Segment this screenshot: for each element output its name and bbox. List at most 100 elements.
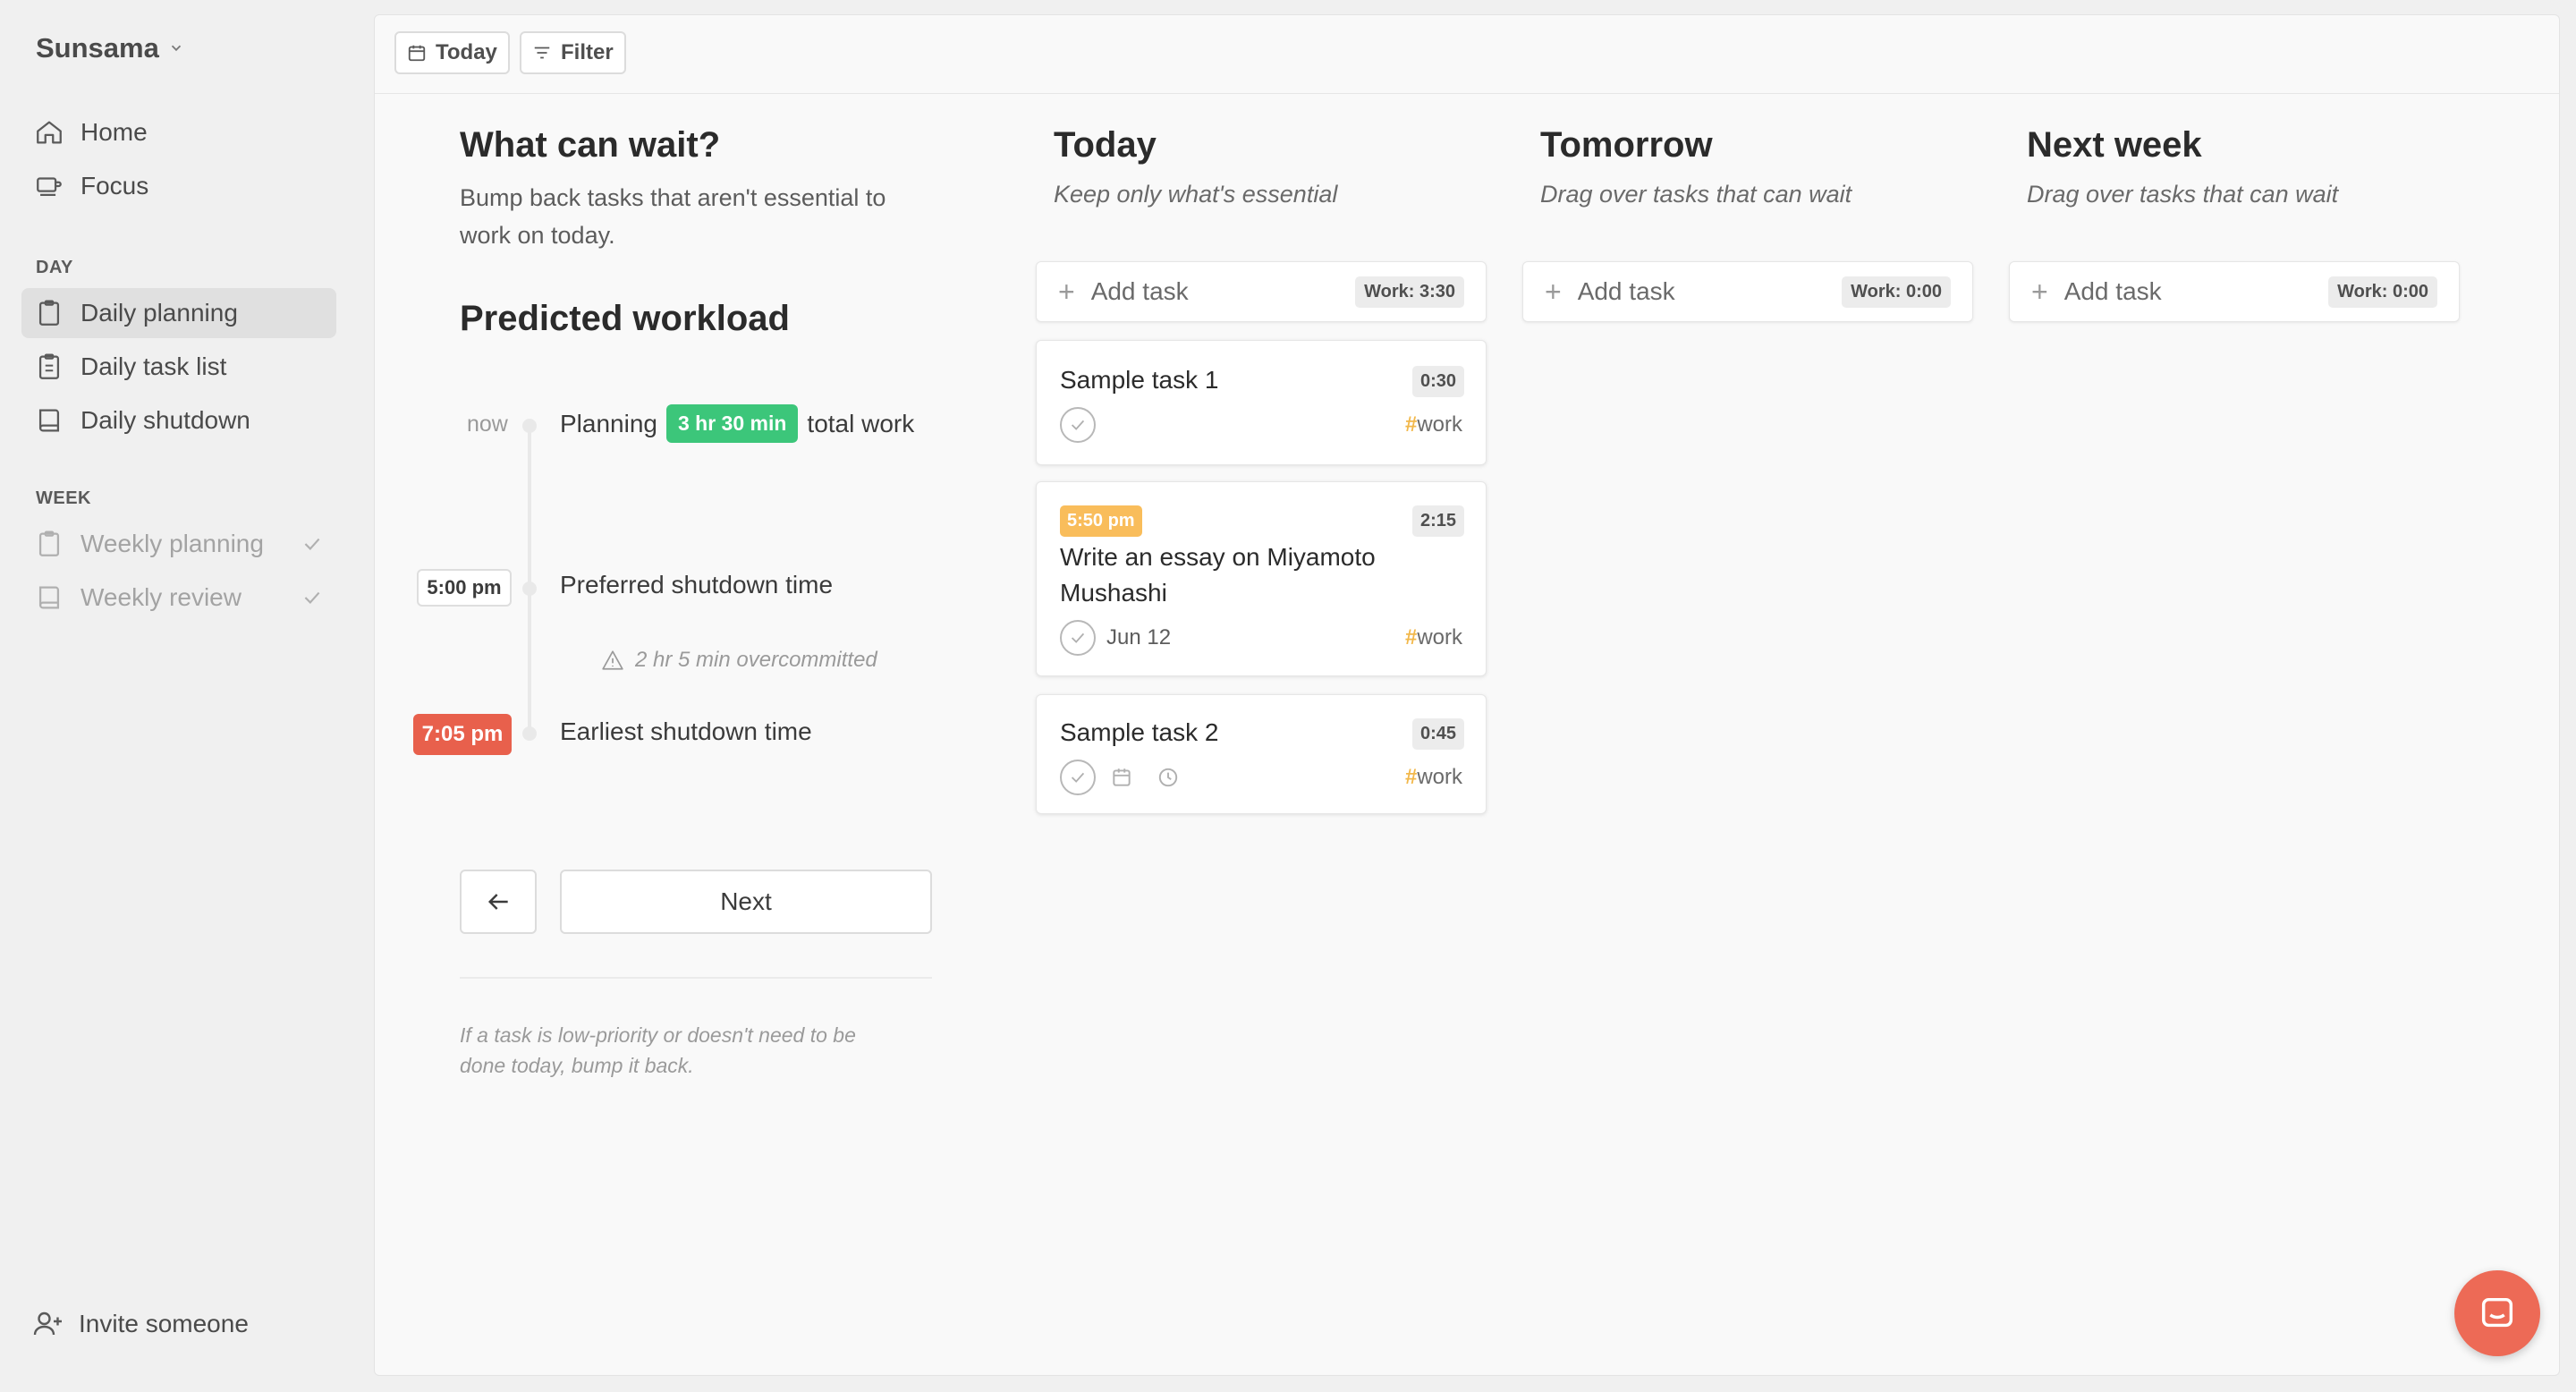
clipboard-icon <box>38 530 60 556</box>
sidebar-item-daily-task-list[interactable]: Daily task list <box>21 342 336 392</box>
complete-task-button[interactable] <box>1060 760 1096 795</box>
calendar-icon[interactable] <box>1110 766 1133 789</box>
column-subtitle-today: Keep only what's essential <box>1054 181 1338 208</box>
work-total-badge: Work: 3:30 <box>1355 276 1464 308</box>
what-can-wait-description-line1: Bump back tasks that aren't essential to <box>460 184 886 211</box>
task-due-date[interactable]: Jun 12 <box>1106 625 1171 650</box>
filter-icon <box>534 47 550 59</box>
sidebar-item-daily-shutdown[interactable]: Daily shutdown <box>21 395 336 446</box>
workspace-switcher[interactable]: Sunsama <box>36 32 184 64</box>
task-title: Sample task 1 <box>1060 366 1219 394</box>
add-task-label: Add task <box>1577 277 1675 305</box>
section-label-week: WEEK <box>36 488 91 508</box>
next-button[interactable]: Next <box>560 870 932 934</box>
task-channel-tag[interactable]: #work <box>1405 765 1462 790</box>
filter-button[interactable]: Filter <box>520 31 626 74</box>
total-work-badge: 3 hr 30 min <box>665 404 799 443</box>
divider <box>460 977 932 979</box>
task-duration-badge[interactable]: 0:30 <box>1411 366 1464 397</box>
plus-icon: + <box>1545 275 1562 308</box>
checkmark-icon <box>304 591 320 604</box>
chat-support-button[interactable] <box>2454 1270 2540 1356</box>
arrow-left-icon <box>487 894 508 910</box>
checkmark-icon <box>1071 772 1085 783</box>
book-icon <box>38 409 60 432</box>
column-subtitle-next-week: Drag over tasks that can wait <box>2027 181 2339 208</box>
task-channel-tag[interactable]: #work <box>1405 412 1462 437</box>
book-icon <box>38 586 60 609</box>
sidebar-item-focus[interactable]: Focus <box>21 161 336 211</box>
task-title: Write an essay on Miyamoto Mushashi <box>1060 539 1376 611</box>
column-subtitle-tomorrow: Drag over tasks that can wait <box>1540 181 1852 208</box>
task-title-line2: Mushashi <box>1060 579 1167 607</box>
sidebar-item-label: Focus <box>80 172 149 199</box>
sidebar: Sunsama Home Focus DAY Daily planning Da… <box>0 0 367 1392</box>
add-user-icon <box>33 1311 62 1336</box>
timeline-dot <box>522 419 537 433</box>
sidebar-item-daily-planning[interactable]: Daily planning <box>21 288 336 338</box>
task-tag-label: work <box>1417 412 1462 437</box>
add-task-tomorrow[interactable]: + Add task Work: 0:00 <box>1522 261 1973 322</box>
task-card[interactable]: Sample task 1 0:30 #work <box>1036 340 1487 465</box>
earliest-shutdown-time-badge: 7:05 pm <box>413 714 512 755</box>
planning-prefix: Planning <box>560 409 657 437</box>
checkmark-icon <box>304 538 320 550</box>
task-title-line1: Write an essay on Miyamoto <box>1060 543 1376 571</box>
chevron-down-icon <box>171 45 181 52</box>
add-task-label: Add task <box>2063 277 2162 305</box>
what-can-wait-heading: What can wait? <box>460 125 721 165</box>
task-duration-badge[interactable]: 0:45 <box>1411 718 1464 750</box>
work-total-badge: Work: 0:00 <box>2328 276 2437 308</box>
sidebar-item-label: Daily task list <box>80 352 227 380</box>
sidebar-item-label: Weekly planning <box>80 530 264 557</box>
column-title-today: Today <box>1054 125 1157 165</box>
clock-icon[interactable] <box>1157 766 1180 789</box>
add-task-today[interactable]: + Add task Work: 3:30 <box>1036 261 1487 322</box>
timeline-line <box>528 426 531 730</box>
sidebar-item-weekly-planning[interactable]: Weekly planning <box>21 519 336 569</box>
complete-task-button[interactable] <box>1060 407 1096 443</box>
today-button-label: Today <box>436 40 497 64</box>
planning-suffix: total work <box>807 409 915 437</box>
section-label-day: DAY <box>36 258 73 277</box>
filter-button-label: Filter <box>561 40 614 64</box>
task-tag-label: work <box>1417 625 1462 649</box>
task-channel-tag[interactable]: #work <box>1405 625 1462 650</box>
sidebar-item-home[interactable]: Home <box>21 107 336 157</box>
earliest-shutdown-label: Earliest shutdown time <box>560 717 812 745</box>
add-task-label: Add task <box>1090 277 1189 305</box>
what-can-wait-description-line2: work on today. <box>460 222 615 249</box>
task-duration-badge[interactable]: 2:15 <box>1411 505 1464 537</box>
task-title: Sample task 2 <box>1060 718 1219 746</box>
checkmark-icon <box>1071 632 1085 643</box>
clipboard-icon <box>38 300 60 326</box>
invite-label: Invite someone <box>79 1310 249 1337</box>
sidebar-item-label: Home <box>80 118 148 146</box>
work-total-badge: Work: 0:00 <box>1842 276 1951 308</box>
home-icon <box>37 121 62 144</box>
plus-icon: + <box>2031 275 2048 308</box>
add-task-next-week[interactable]: + Add task Work: 0:00 <box>2009 261 2460 322</box>
complete-task-button[interactable] <box>1060 620 1096 656</box>
focus-icon <box>37 177 62 197</box>
sidebar-item-weekly-review[interactable]: Weekly review <box>21 573 336 623</box>
overcommitted-text: 2 hr 5 min overcommitted <box>635 648 877 672</box>
warning-icon <box>602 650 623 670</box>
preferred-shutdown-time-badge[interactable]: 5:00 pm <box>417 569 512 607</box>
task-card[interactable]: Sample task 2 0:45 #work <box>1036 694 1487 814</box>
checkmark-icon <box>1071 420 1085 430</box>
back-button[interactable] <box>460 870 537 934</box>
task-tag-label: work <box>1417 765 1462 789</box>
sidebar-item-label: Daily shutdown <box>80 406 250 434</box>
overcommitted-warning: 2 hr 5 min overcommitted <box>601 648 877 673</box>
bump-hint-line1: If a task is low-priority or doesn't nee… <box>460 1023 856 1047</box>
invite-someone-button[interactable]: Invite someone <box>32 1308 249 1340</box>
toolbar: Today Filter <box>375 15 2559 94</box>
timeline-dot <box>522 726 537 741</box>
predicted-workload-heading: Predicted workload <box>460 299 790 338</box>
today-button[interactable]: Today <box>394 31 510 74</box>
plus-icon: + <box>1058 275 1075 308</box>
task-card[interactable]: 5:50 pm 2:15 Write an essay on Miyamoto … <box>1036 481 1487 676</box>
bump-hint-line2: done today, bump it back. <box>460 1054 694 1077</box>
timeline-now-label: now <box>467 412 508 437</box>
